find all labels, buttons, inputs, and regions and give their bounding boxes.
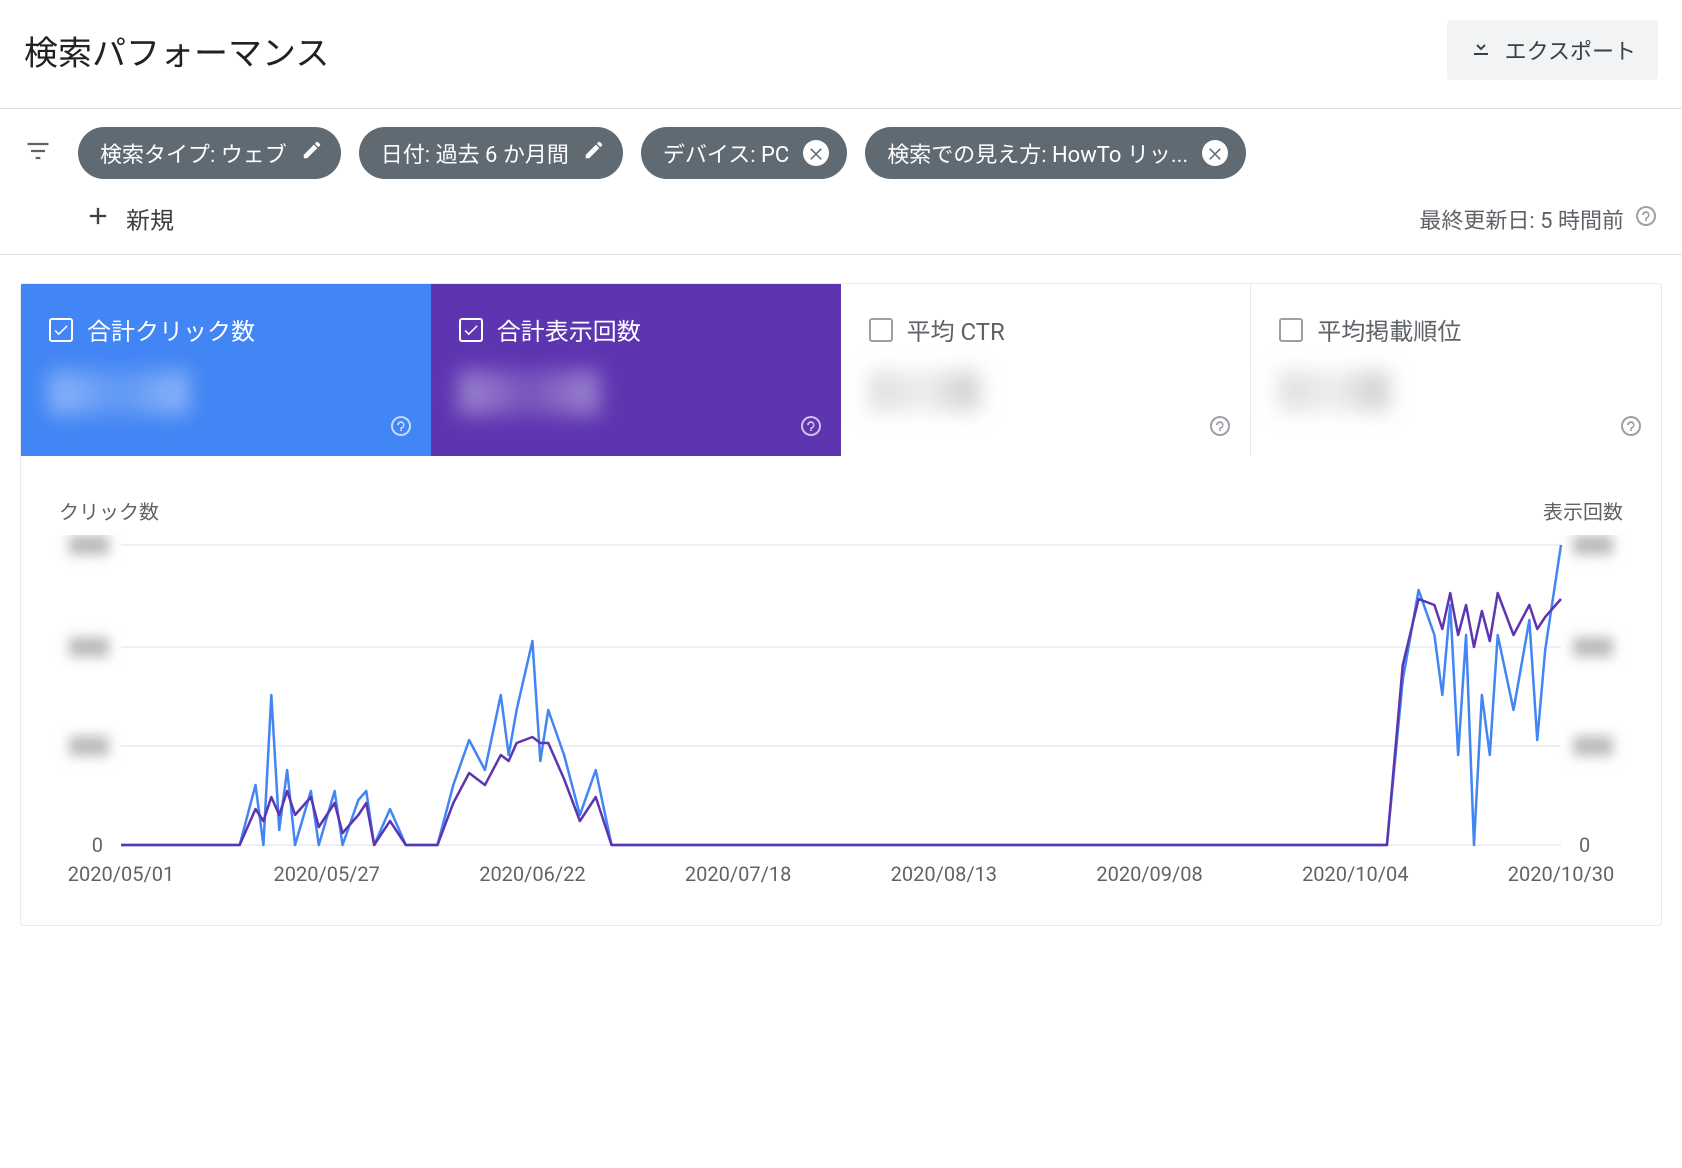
help-icon[interactable] — [1619, 414, 1643, 442]
metric-value-redacted — [49, 371, 189, 415]
svg-text:0: 0 — [92, 833, 103, 857]
filter-chip-date[interactable]: 日付: 過去 6 か月間 — [359, 127, 623, 179]
last-update: 最終更新日: 5 時間前 — [1419, 203, 1658, 235]
metric-card-impressions[interactable]: 合計表示回数 — [431, 284, 841, 456]
metric-card-clicks[interactable]: 合計クリック数 — [21, 284, 431, 456]
pencil-icon[interactable] — [301, 139, 323, 167]
chip-label: 検索タイプ: ウェブ — [100, 137, 287, 169]
close-icon[interactable] — [803, 140, 829, 166]
svg-text:2020/07/18: 2020/07/18 — [685, 862, 791, 886]
download-icon — [1469, 35, 1493, 65]
checkbox-unchecked-icon — [869, 318, 893, 342]
pencil-icon[interactable] — [583, 139, 605, 167]
checkbox-checked-icon — [49, 318, 73, 342]
svg-text:2020/05/01: 2020/05/01 — [68, 862, 174, 886]
metric-label: 合計表示回数 — [497, 312, 641, 347]
help-icon[interactable] — [1634, 204, 1658, 234]
metric-value-redacted — [1279, 371, 1389, 411]
filter-chip-appearance[interactable]: 検索での見え方: HowTo リッ... — [865, 127, 1246, 179]
help-icon[interactable] — [389, 414, 413, 442]
svg-text:0: 0 — [1579, 833, 1590, 857]
chip-label: デバイス: PC — [663, 137, 789, 169]
help-icon[interactable] — [799, 414, 823, 442]
page-title: 検索パフォーマンス — [24, 26, 329, 75]
svg-text:2020/06/22: 2020/06/22 — [479, 862, 585, 886]
filter-chip-search-type[interactable]: 検索タイプ: ウェブ — [78, 127, 341, 179]
right-axis-title: 表示回数 — [1543, 496, 1623, 525]
help-icon[interactable] — [1208, 414, 1232, 442]
checkbox-unchecked-icon — [1279, 318, 1303, 342]
svg-text:2020/10/30: 2020/10/30 — [1508, 862, 1614, 886]
metric-label: 平均 CTR — [907, 312, 1005, 347]
performance-panel: 合計クリック数 合計表示回数 平均 CTR — [20, 283, 1662, 926]
last-update-text: 最終更新日: 5 時間前 — [1419, 203, 1624, 235]
metric-value-redacted — [869, 371, 979, 411]
performance-chart: 0 0 2020/05/01 2020/05/27 2020/06/22 2020/07/… — [51, 535, 1631, 895]
svg-text:2020/10/04: 2020/10/04 — [1302, 862, 1408, 886]
add-filter-button[interactable]: 新規 — [84, 201, 174, 236]
checkbox-checked-icon — [459, 318, 483, 342]
metric-cards: 合計クリック数 合計表示回数 平均 CTR — [21, 284, 1661, 456]
svg-text:2020/05/27: 2020/05/27 — [273, 862, 379, 886]
metric-card-ctr[interactable]: 平均 CTR — [841, 284, 1252, 456]
filter-icon[interactable] — [24, 137, 60, 169]
metric-card-position[interactable]: 平均掲載順位 — [1251, 284, 1661, 456]
export-label: エクスポート — [1505, 34, 1636, 66]
plus-icon — [84, 202, 112, 236]
close-icon[interactable] — [1202, 140, 1228, 166]
svg-text:2020/08/13: 2020/08/13 — [891, 862, 997, 886]
chip-label: 検索での見え方: HowTo リッ... — [887, 137, 1188, 169]
export-button[interactable]: エクスポート — [1447, 20, 1658, 80]
filter-chip-device[interactable]: デバイス: PC — [641, 127, 847, 179]
metric-label: 合計クリック数 — [87, 312, 255, 347]
left-axis-title: クリック数 — [59, 496, 159, 525]
metric-label: 平均掲載順位 — [1317, 312, 1461, 347]
add-filter-label: 新規 — [126, 201, 174, 236]
chip-label: 日付: 過去 6 か月間 — [381, 137, 569, 169]
metric-value-redacted — [459, 371, 599, 415]
svg-text:2020/09/08: 2020/09/08 — [1096, 862, 1202, 886]
